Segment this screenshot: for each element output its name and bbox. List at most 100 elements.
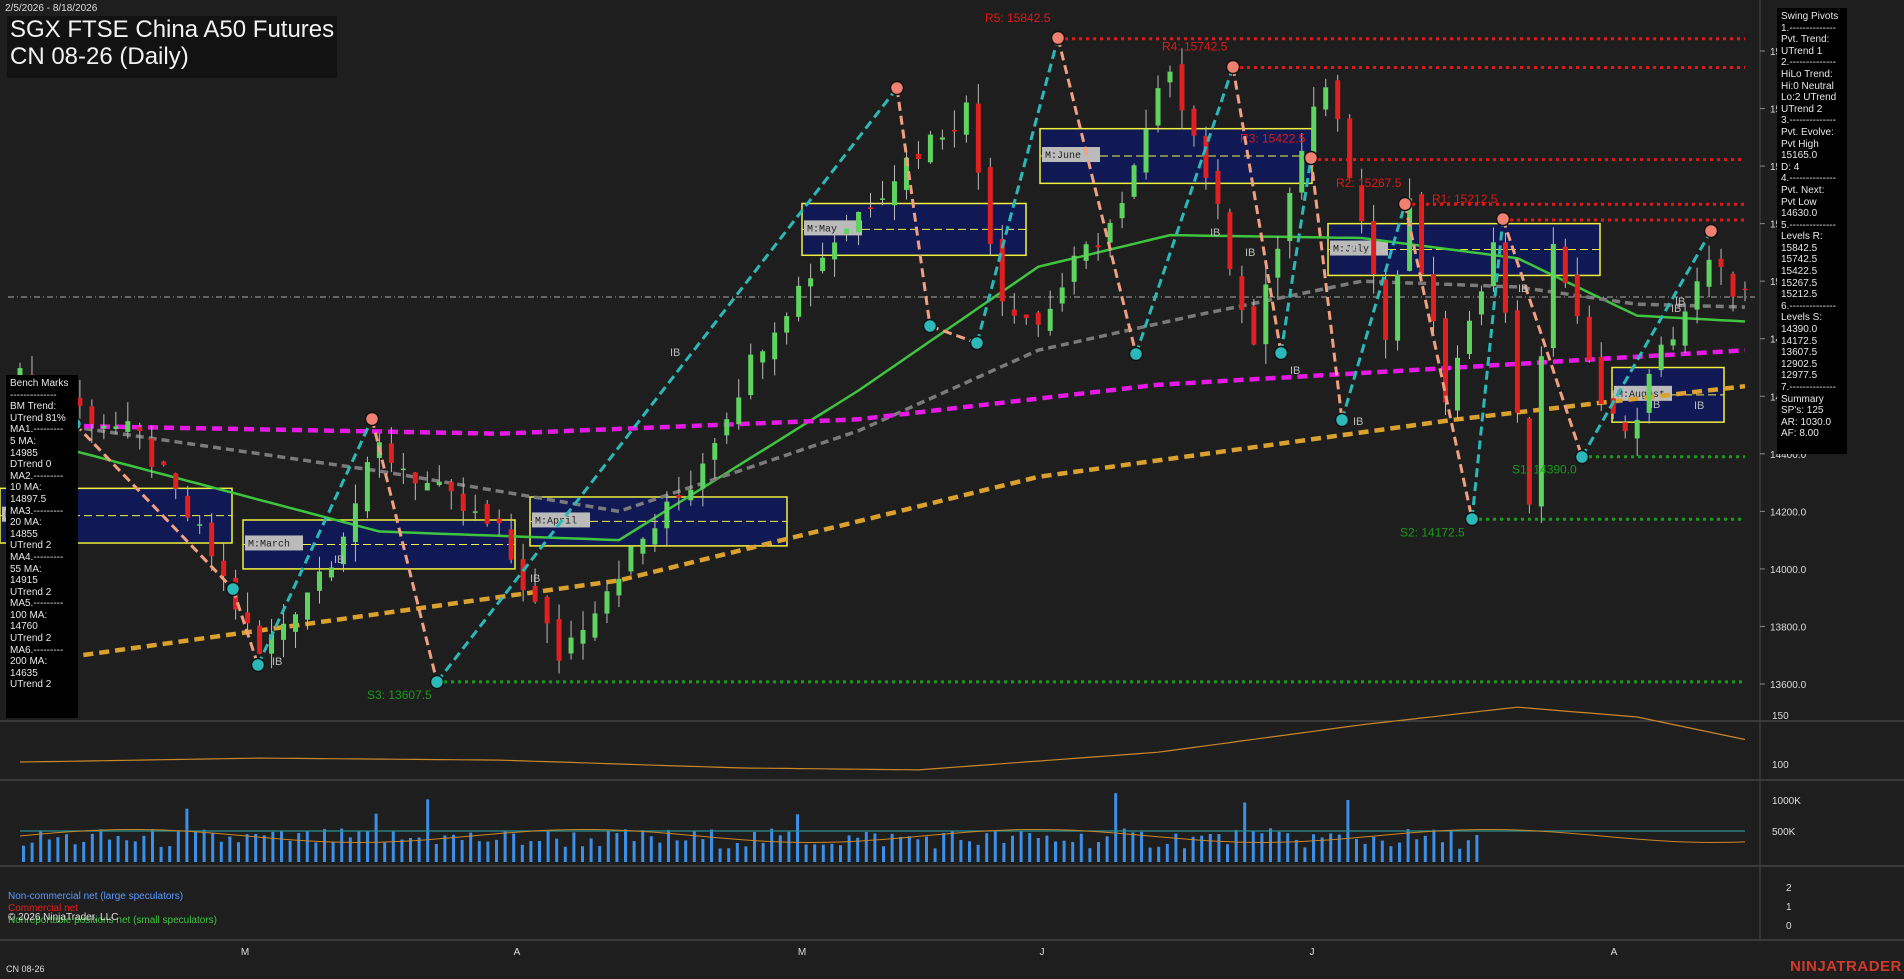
- volume-bar: [1045, 835, 1049, 862]
- candle-body: [400, 468, 406, 471]
- candle-body: [245, 612, 251, 624]
- volume-bar: [1320, 837, 1324, 862]
- legend-noncommercial: Non-commercial net (large speculators): [8, 891, 184, 902]
- volume-bar: [1329, 833, 1333, 862]
- volume-bar: [99, 829, 103, 862]
- candle-body: [1239, 276, 1245, 310]
- candle-body: [424, 482, 430, 491]
- candle-body: [820, 257, 826, 272]
- osc-tick-label: 100: [1772, 760, 1789, 771]
- title-instrument: SGX FTSE China A50 Futures: [10, 16, 335, 43]
- cot-tick-label: 0: [1786, 921, 1792, 932]
- candle-body: [724, 419, 730, 436]
- swing-high-marker: [1303, 150, 1319, 166]
- month-label: M:May: [807, 224, 837, 235]
- volume-bar: [262, 835, 266, 862]
- candle-body: [1431, 274, 1437, 322]
- volume-bar: [993, 830, 997, 862]
- volume-bar: [1165, 843, 1169, 862]
- volume-bar: [90, 833, 94, 862]
- volume-bar: [925, 836, 928, 862]
- volume-bar: [512, 833, 516, 862]
- volume-bar: [701, 839, 705, 862]
- candle-body: [532, 585, 538, 602]
- volume-bar: [1071, 841, 1075, 862]
- candle-body: [808, 278, 814, 287]
- volume-bar: [968, 841, 971, 862]
- volume-bar: [73, 844, 77, 862]
- volume-bar: [589, 838, 593, 862]
- candle-body: [1179, 64, 1185, 111]
- candle-body: [1455, 357, 1460, 411]
- swing-down-line: [929, 324, 978, 345]
- candle-body: [1143, 129, 1149, 173]
- volume-bar: [1389, 846, 1393, 862]
- volume-bar: [142, 835, 146, 862]
- candle-body: [664, 501, 670, 529]
- volume-bar: [804, 844, 808, 862]
- candle-body: [975, 103, 981, 173]
- date-range: 2/5/2026 - 8/18/2026: [5, 3, 98, 14]
- candle-body: [1490, 242, 1496, 287]
- candle-body: [987, 167, 993, 244]
- volume-bar: [1260, 833, 1264, 862]
- candle-body: [388, 443, 394, 463]
- candle-body: [101, 425, 107, 429]
- volume-bar: [555, 838, 559, 862]
- support-level-label: S3: 13607.5: [367, 688, 432, 702]
- ma-line-55ma: [19, 279, 1746, 514]
- volume-bar: [1191, 836, 1195, 862]
- candle-body: [544, 596, 550, 624]
- title-contract: CN 08-26 (Daily): [10, 43, 189, 70]
- volume-bar: [1363, 843, 1367, 862]
- volume-bar: [219, 841, 223, 862]
- swing-low-marker: [250, 657, 266, 673]
- swing-low-marker: [922, 318, 938, 334]
- candle-body: [640, 538, 646, 554]
- chart-title: SGX FTSE China A50 Futures CN 08-26 (Dai…: [7, 16, 337, 78]
- resistance-level-label: R4: 15742.5: [1162, 40, 1228, 54]
- candle-body: [1550, 243, 1556, 349]
- candle-body: [927, 134, 933, 163]
- volume-bar: [65, 834, 68, 862]
- volume-bar: [366, 831, 369, 862]
- ib-label: IB: [530, 573, 540, 585]
- price-chart[interactable]: M:FebruaryM:MarchM:AprilM:MayM:JuneM:Jul…: [0, 0, 1904, 979]
- swing-low-marker: [225, 581, 241, 597]
- volume-bar: [125, 840, 129, 862]
- volume-bar: [727, 848, 731, 862]
- swing-low-marker: [1273, 345, 1289, 361]
- candle-body: [1275, 248, 1281, 278]
- candle-body: [963, 102, 969, 135]
- volume-bar: [632, 841, 636, 862]
- candle-body: [1047, 308, 1053, 331]
- volume-bar: [357, 830, 361, 862]
- swing-up-line: [435, 87, 899, 683]
- candle-body: [436, 481, 442, 486]
- candle-body: [1694, 281, 1700, 310]
- volume-tick-label: 500K: [1772, 827, 1796, 838]
- volume-bar: [864, 831, 868, 862]
- candle-body: [1718, 258, 1724, 267]
- candle-body: [1478, 291, 1484, 315]
- candle-body: [1215, 170, 1221, 204]
- time-axis-label: A: [514, 947, 521, 958]
- volume-bar: [305, 830, 309, 862]
- ib-label: IB: [1353, 416, 1363, 428]
- volume-bar: [168, 846, 172, 862]
- copyright: © 2026 NinjaTrader, LLC: [8, 912, 119, 923]
- footer-symbol: CN 08-26: [6, 964, 45, 974]
- swing-low-marker: [1574, 449, 1590, 465]
- candle-body: [316, 571, 322, 591]
- volume-bar: [976, 844, 980, 862]
- candle-body: [1371, 221, 1377, 275]
- candle-body: [137, 426, 143, 432]
- candle-body: [1311, 106, 1317, 156]
- candle-body: [221, 560, 227, 576]
- volume-bar: [1088, 848, 1092, 862]
- candle-body: [891, 181, 897, 206]
- volume-bar: [959, 839, 963, 862]
- volume-bar: [280, 830, 283, 862]
- candle-body: [1586, 316, 1592, 361]
- volume-bar: [520, 844, 524, 862]
